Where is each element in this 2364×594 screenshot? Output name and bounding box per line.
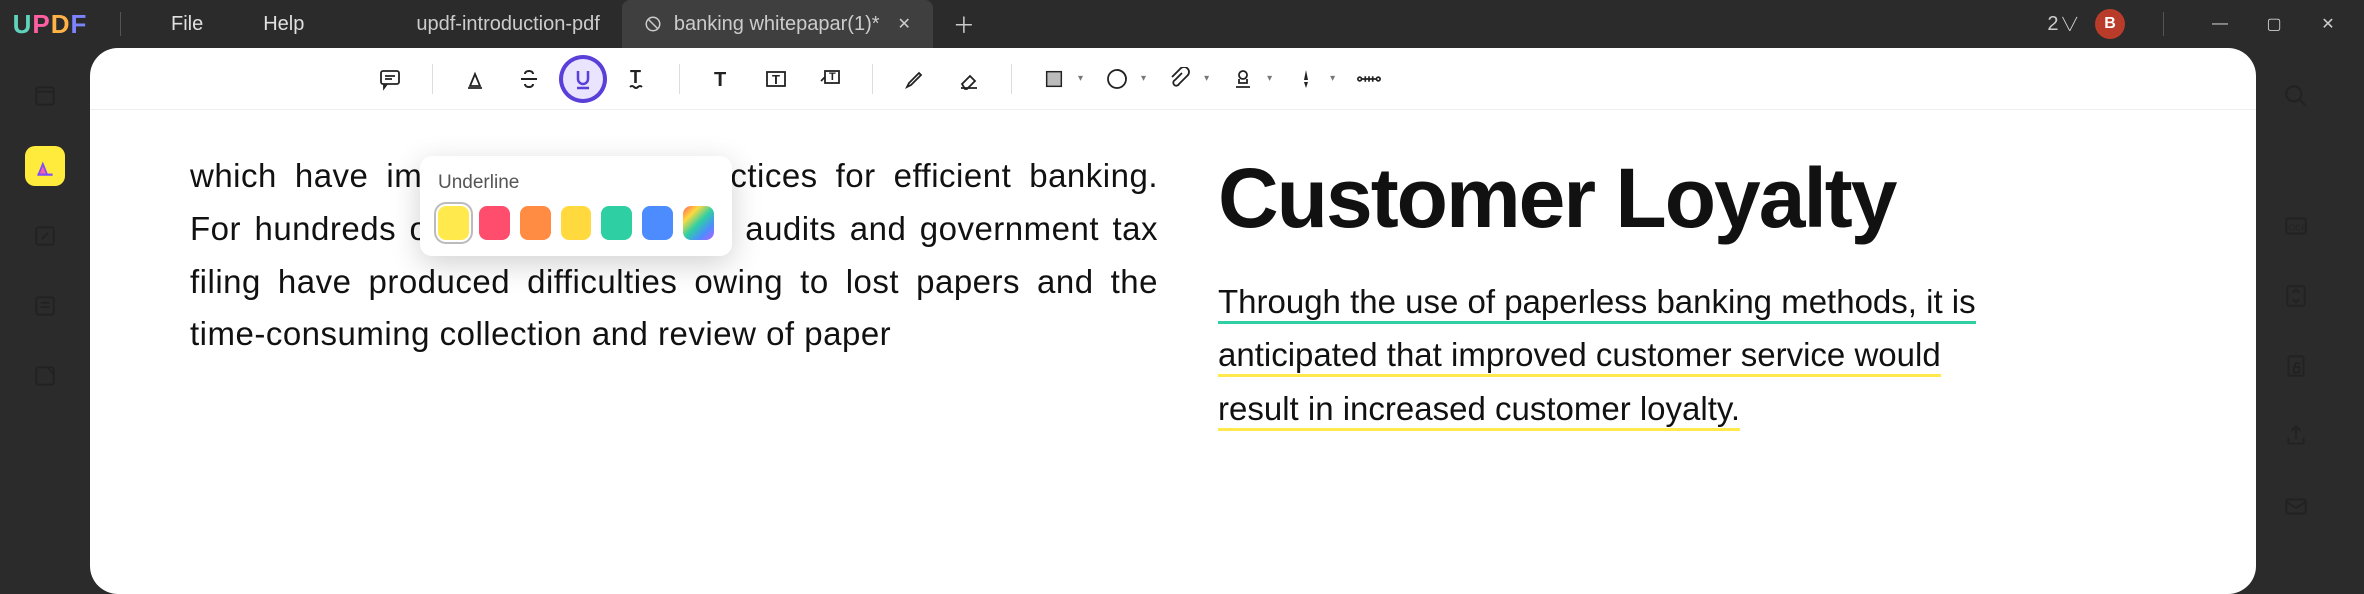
form-tool[interactable] — [25, 356, 65, 396]
right-paragraph: Through the use of paperless banking met… — [1218, 275, 2186, 435]
color-swatch-teal[interactable] — [601, 206, 632, 240]
divider — [120, 12, 121, 36]
tab-introduction[interactable]: updf-introduction-pdf — [394, 0, 621, 48]
help-menu[interactable]: Help — [233, 13, 334, 36]
underlined-text-teal: Through the use of paperless banking met… — [1218, 283, 1976, 324]
highlight-tool[interactable] — [455, 59, 495, 99]
stamp-tool[interactable] — [1223, 59, 1263, 99]
callout-tool[interactable]: T — [810, 59, 850, 99]
reader-tool[interactable] — [25, 76, 65, 116]
color-swatch-custom[interactable] — [683, 206, 714, 240]
color-swatch-blue[interactable] — [642, 206, 673, 240]
underlined-text-yellow: result in increased customer loyalty. — [1218, 390, 1740, 431]
squiggly-tool[interactable]: T — [617, 59, 657, 99]
close-button[interactable]: ✕ — [2310, 14, 2346, 34]
app-logo: UPDF — [0, 9, 100, 40]
tab-count[interactable]: 2╲╱ — [2047, 13, 2077, 36]
strikethrough-tool[interactable] — [509, 59, 549, 99]
share-button[interactable] — [2276, 416, 2316, 456]
svg-text:T: T — [630, 67, 641, 87]
caret-icon: ▾ — [1267, 73, 1272, 84]
ocr-button[interactable]: OCR — [2276, 206, 2316, 246]
eraser-tool[interactable] — [949, 59, 989, 99]
tab-label: banking whitepapar(1)* — [674, 13, 880, 36]
underline-tool[interactable] — [563, 59, 603, 99]
tab-banking-whitepaper[interactable]: banking whitepapar(1)* ✕ — [622, 0, 933, 48]
protect-button[interactable] — [2276, 346, 2316, 386]
svg-text:T: T — [829, 71, 836, 83]
maximize-button[interactable]: ▢ — [2256, 14, 2292, 34]
underlined-text-yellow: anticipated that improved customer servi… — [1218, 336, 1941, 377]
organize-tool[interactable] — [25, 286, 65, 326]
separator — [1011, 64, 1012, 94]
shape-tool[interactable] — [1034, 59, 1074, 99]
caret-icon: ▾ — [1330, 73, 1335, 84]
popup-title: Underline — [438, 172, 714, 194]
file-menu[interactable]: File — [141, 13, 233, 36]
tab-label: updf-introduction-pdf — [416, 13, 599, 36]
separator — [432, 64, 433, 94]
caret-icon: ▾ — [1078, 73, 1083, 84]
user-avatar[interactable]: B — [2095, 9, 2125, 39]
svg-text:T: T — [714, 69, 726, 91]
minimize-button[interactable]: — — [2202, 15, 2238, 33]
textbox-tool[interactable]: T — [756, 59, 796, 99]
color-swatch-orange[interactable] — [520, 206, 551, 240]
separator — [679, 64, 680, 94]
edit-tool[interactable] — [25, 216, 65, 256]
divider — [2163, 12, 2164, 36]
separator — [872, 64, 873, 94]
measure-tool[interactable] — [1349, 59, 1389, 99]
underline-color-popup: Underline — [420, 156, 732, 256]
color-swatch-amber[interactable] — [561, 206, 592, 240]
search-button[interactable] — [2276, 76, 2316, 116]
convert-button[interactable] — [2276, 276, 2316, 316]
caret-icon: ▾ — [1141, 73, 1146, 84]
svg-text:OCR: OCR — [2288, 222, 2307, 232]
sticky-tool[interactable] — [1097, 59, 1137, 99]
heading-customer-loyalty: Customer Loyalty — [1218, 150, 2186, 247]
text-tool[interactable]: T — [702, 59, 742, 99]
mail-button[interactable] — [2276, 486, 2316, 526]
pencil-tool[interactable] — [895, 59, 935, 99]
attach-tool[interactable] — [1160, 59, 1200, 99]
caret-icon: ▾ — [1204, 73, 1209, 84]
close-icon[interactable]: ✕ — [898, 14, 911, 34]
svg-text:T: T — [772, 72, 780, 87]
color-swatch-red[interactable] — [479, 206, 510, 240]
new-tab-button[interactable]: ＋ — [953, 8, 975, 40]
comment-tool[interactable] — [370, 59, 410, 99]
annotate-tool[interactable] — [25, 146, 65, 186]
signature-tool[interactable] — [1286, 59, 1326, 99]
unsaved-icon — [644, 15, 662, 33]
color-swatch-yellow[interactable] — [438, 206, 469, 240]
